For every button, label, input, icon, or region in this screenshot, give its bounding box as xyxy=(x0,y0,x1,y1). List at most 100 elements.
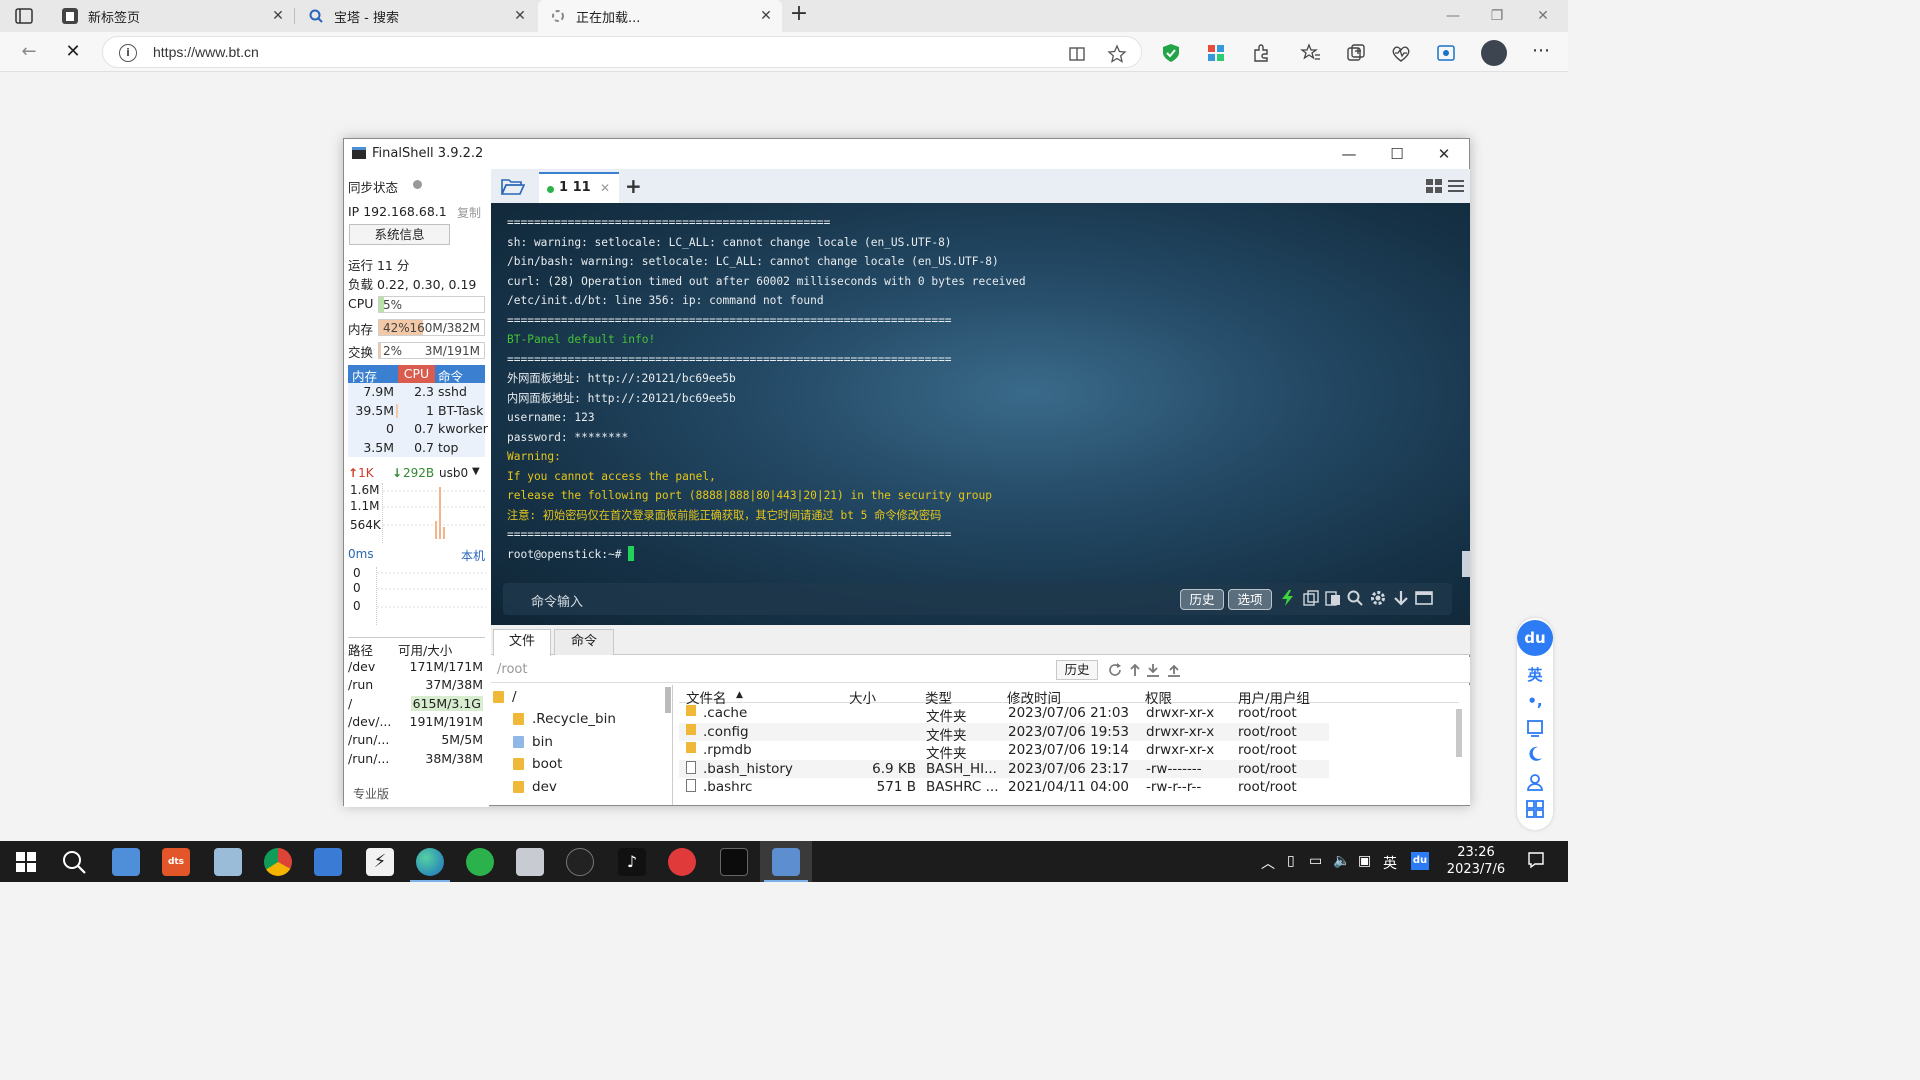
wechat-icon[interactable] xyxy=(466,848,494,876)
file-row[interactable]: .cache 文件夹 2023/07/06 21:03 drwxr-xr-x root/… xyxy=(679,704,1329,725)
download-icon[interactable] xyxy=(1146,663,1160,677)
ime-language[interactable]: 英 xyxy=(1383,853,1397,873)
tiktok-icon[interactable]: ♪ xyxy=(618,848,646,876)
tree-scrollbar[interactable] xyxy=(665,687,671,713)
file-row[interactable]: .rpmdb 文件夹 2023/07/06 19:14 drwxr-xr-x root/… xyxy=(679,741,1329,762)
table-row[interactable]: 3.5M 0.7 top xyxy=(348,439,485,458)
dts-app-icon[interactable]: dts xyxy=(162,848,190,876)
new-tab-button[interactable]: + xyxy=(788,3,810,26)
profile-avatar[interactable] xyxy=(1481,40,1507,66)
history-button[interactable]: 历史 xyxy=(1180,589,1224,610)
apps-grid-icon[interactable] xyxy=(1205,42,1227,64)
tree-item[interactable]: boot xyxy=(513,753,562,776)
site-info-icon[interactable]: i xyxy=(119,44,137,62)
close-window-icon[interactable]: ✕ xyxy=(1520,0,1566,32)
extensions-icon[interactable] xyxy=(1250,42,1272,64)
path-input[interactable]: /root xyxy=(497,662,527,677)
terminal-app-icon[interactable] xyxy=(720,848,748,876)
notes-app-icon[interactable] xyxy=(214,848,242,876)
game-app-icon[interactable] xyxy=(566,848,594,876)
app-icon-explorer-blue[interactable] xyxy=(112,848,140,876)
gear-icon[interactable] xyxy=(1369,589,1387,607)
tab-new-tab[interactable]: 新标签页 ✕ xyxy=(50,0,294,32)
paste-icon[interactable] xyxy=(1324,589,1342,607)
tree-item[interactable]: bin xyxy=(513,731,553,754)
browser-essentials-icon[interactable] xyxy=(1390,42,1412,64)
close-icon[interactable]: ✕ xyxy=(270,8,286,24)
ping-target[interactable]: 本机 xyxy=(461,547,485,564)
grid-menu-icon[interactable] xyxy=(1524,799,1546,821)
proc-header-cpu[interactable]: CPU xyxy=(398,365,435,383)
file-row[interactable]: .config 文件夹 2023/07/06 19:53 drwxr-xr-x root… xyxy=(679,722,1329,744)
maximize-icon[interactable]: ☐ xyxy=(1374,139,1420,169)
folder-open-icon[interactable] xyxy=(500,177,526,195)
language-toggle[interactable]: 英 xyxy=(1524,664,1546,686)
tree-item[interactable]: / xyxy=(493,686,517,709)
windows-start-icon[interactable] xyxy=(12,848,40,876)
terminal-scrollbar[interactable] xyxy=(1462,551,1470,577)
chrome-icon[interactable] xyxy=(264,848,292,876)
clock[interactable]: 23:26 2023/7/6 xyxy=(1442,844,1510,878)
more-menu-icon[interactable]: ⋯ xyxy=(1530,42,1552,64)
parent-folder-icon[interactable] xyxy=(1128,663,1142,677)
chevron-down-icon[interactable]: ▼ xyxy=(472,466,480,477)
copy-icon[interactable] xyxy=(1302,589,1320,607)
table-row[interactable]: 7.9M 2.3 sshd xyxy=(348,383,485,402)
volume-icon[interactable]: 🔈 xyxy=(1333,853,1350,869)
minimize-icon[interactable]: — xyxy=(1326,139,1372,169)
tree-item[interactable]: .Recycle_bin xyxy=(513,708,616,731)
refresh-icon[interactable] xyxy=(1108,663,1122,677)
settings-gear-app-icon[interactable] xyxy=(314,848,342,876)
punctuation-icon[interactable]: •, xyxy=(1524,690,1546,712)
search-icon[interactable] xyxy=(60,848,88,876)
favorites-list-icon[interactable] xyxy=(1300,42,1322,64)
add-session-button[interactable]: + xyxy=(625,174,642,198)
file-row[interactable]: .bashrc 571 B BASHRC ... 2021/04/11 04:00 -r… xyxy=(679,778,1329,797)
system-info-button[interactable]: 系统信息 xyxy=(349,224,450,245)
close-icon[interactable]: ✕ xyxy=(512,8,528,24)
edge-sidebar-icon[interactable] xyxy=(1435,42,1457,64)
tree-item[interactable]: dev xyxy=(513,776,557,799)
chevron-up-icon[interactable]: ︿ xyxy=(1261,853,1275,873)
baidu-logo[interactable]: du xyxy=(1517,620,1553,656)
lightning-app-icon[interactable]: ⚡ xyxy=(366,848,394,876)
maximize-terminal-icon[interactable] xyxy=(1415,589,1433,607)
moon-icon[interactable] xyxy=(1524,744,1546,766)
network-icon[interactable]: ▣ xyxy=(1358,853,1371,869)
battery-icon[interactable]: ▭ xyxy=(1309,853,1322,869)
edge-icon[interactable] xyxy=(416,848,444,876)
upload-icon[interactable] xyxy=(1167,663,1181,677)
finalshell-taskbar-icon[interactable] xyxy=(772,848,800,876)
netease-music-icon[interactable] xyxy=(668,848,696,876)
command-input[interactable]: 命令输入 xyxy=(531,591,583,610)
file-list-scrollbar[interactable] xyxy=(1456,709,1462,757)
shield-icon[interactable] xyxy=(1160,42,1182,64)
address-bar[interactable]: i https://www.bt.cn xyxy=(102,36,1142,68)
interface-select[interactable]: usb0 xyxy=(439,466,468,480)
url-text[interactable]: https://www.bt.cn xyxy=(153,44,259,60)
close-icon[interactable]: ✕ xyxy=(600,181,610,195)
pro-version-link[interactable]: 专业版 xyxy=(353,785,389,802)
minimize-icon[interactable]: — xyxy=(1430,0,1476,32)
favorite-star-icon[interactable] xyxy=(1107,44,1127,64)
session-tab[interactable]: 1 11 ✕ xyxy=(539,172,619,203)
copy-ip-link[interactable]: 复制 xyxy=(457,204,481,221)
options-button[interactable]: 选项 xyxy=(1228,589,1272,610)
terminal[interactable]: ========================================… xyxy=(491,203,1470,625)
tab-commands[interactable]: 命令 xyxy=(554,629,614,655)
file-row[interactable]: .bash_history 6.9 KB BASH_HI... 2023/07/06 … xyxy=(679,759,1329,778)
usb-icon[interactable]: ▯ xyxy=(1287,853,1295,869)
collections-icon[interactable] xyxy=(1345,42,1367,64)
keyboard-icon[interactable] xyxy=(1524,718,1546,740)
command-input-bar[interactable]: 命令输入 历史 选项 xyxy=(503,583,1452,615)
notification-icon[interactable] xyxy=(1527,851,1545,873)
close-icon[interactable]: ✕ xyxy=(758,8,774,24)
tab-search[interactable]: 宝塔 - 搜索 ✕ xyxy=(296,0,536,32)
tab-files[interactable]: 文件 xyxy=(493,629,551,656)
reader-view-icon[interactable] xyxy=(1067,44,1087,64)
baidu-ime-icon[interactable]: du xyxy=(1411,852,1429,870)
path-history-button[interactable]: 历史 xyxy=(1056,660,1098,680)
table-row[interactable]: 39.5M 1 BT-Task xyxy=(348,402,485,421)
table-row[interactable]: 0 0.7 kworker xyxy=(348,420,488,439)
tab-actions-icon[interactable] xyxy=(10,6,38,26)
